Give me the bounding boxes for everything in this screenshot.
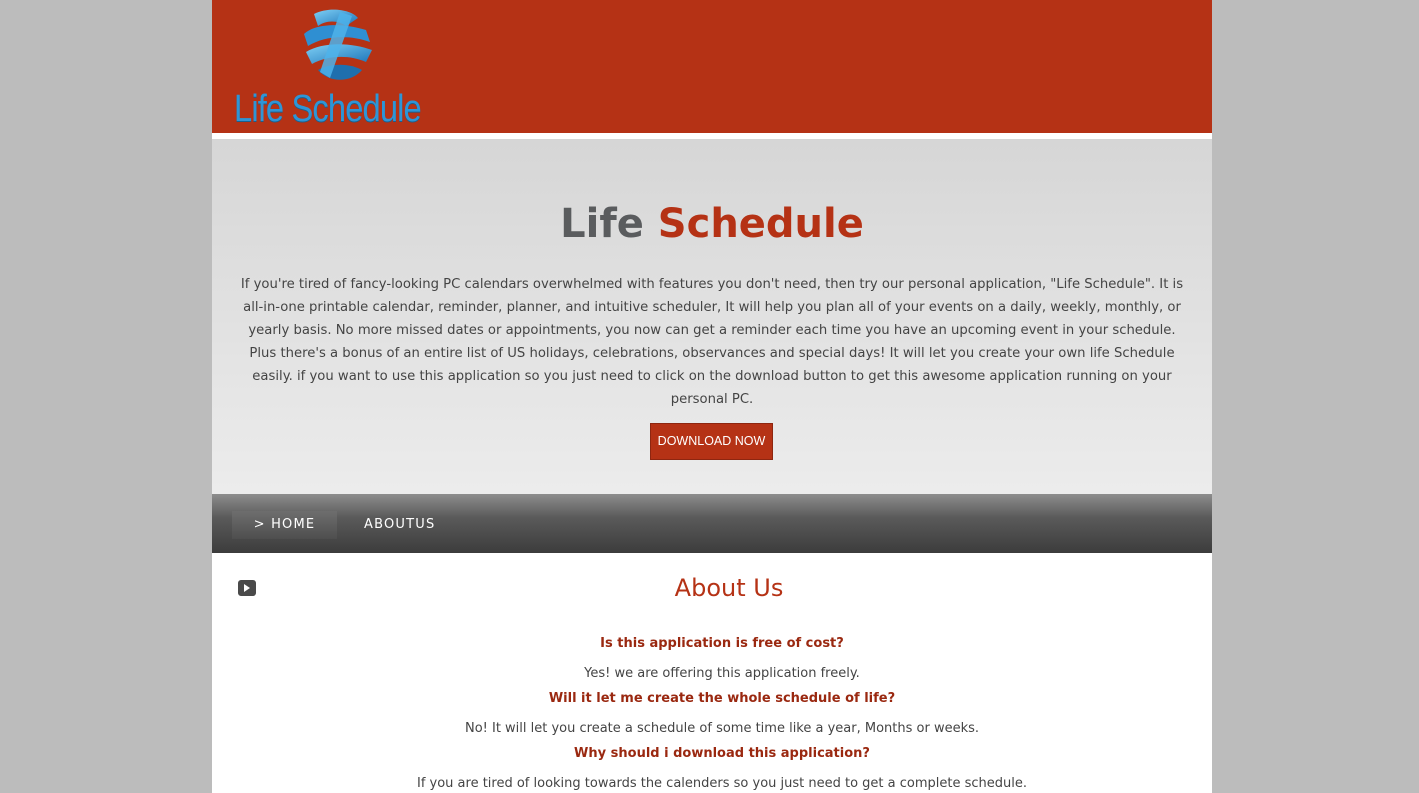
about-title: About Us: [674, 574, 784, 602]
nav-home[interactable]: > HOME: [232, 511, 337, 539]
page-container: Life Schedule Life Schedule If you're ti…: [212, 0, 1212, 793]
ribbon-globe-icon: [304, 9, 372, 80]
hero-title-schedule: Schedule: [657, 201, 864, 247]
site-header: Life Schedule: [212, 0, 1212, 133]
hero-description: If you're tired of fancy-looking PC cale…: [240, 277, 1184, 407]
nav-about-us[interactable]: ABOUTUS: [364, 511, 435, 539]
faq-answer: No! It will let you create a schedule of…: [464, 721, 980, 736]
logo-text: Life Schedule: [234, 88, 422, 130]
faq-question: Will it let me create the whole schedule…: [548, 691, 896, 706]
faq-question: Is this application is free of cost?: [600, 636, 844, 651]
about-section: About Us Is this application is free of …: [212, 553, 1212, 793]
main-nav: > HOME ABOUTUS: [212, 494, 1212, 553]
hero-section: Life Schedule If you're tired of fancy-l…: [212, 139, 1212, 494]
hero-title-life: Life: [560, 201, 644, 247]
faq-question: Why should i download this application?: [574, 746, 870, 761]
hero-title: Life Schedule: [212, 199, 1212, 249]
faq-answer: Yes! we are offering this application fr…: [584, 666, 860, 681]
site-logo[interactable]: Life Schedule: [234, 8, 434, 130]
faq-answer: If you are tired of looking towards the …: [416, 776, 1028, 791]
download-now-button[interactable]: DOWNLOAD NOW: [650, 423, 773, 460]
